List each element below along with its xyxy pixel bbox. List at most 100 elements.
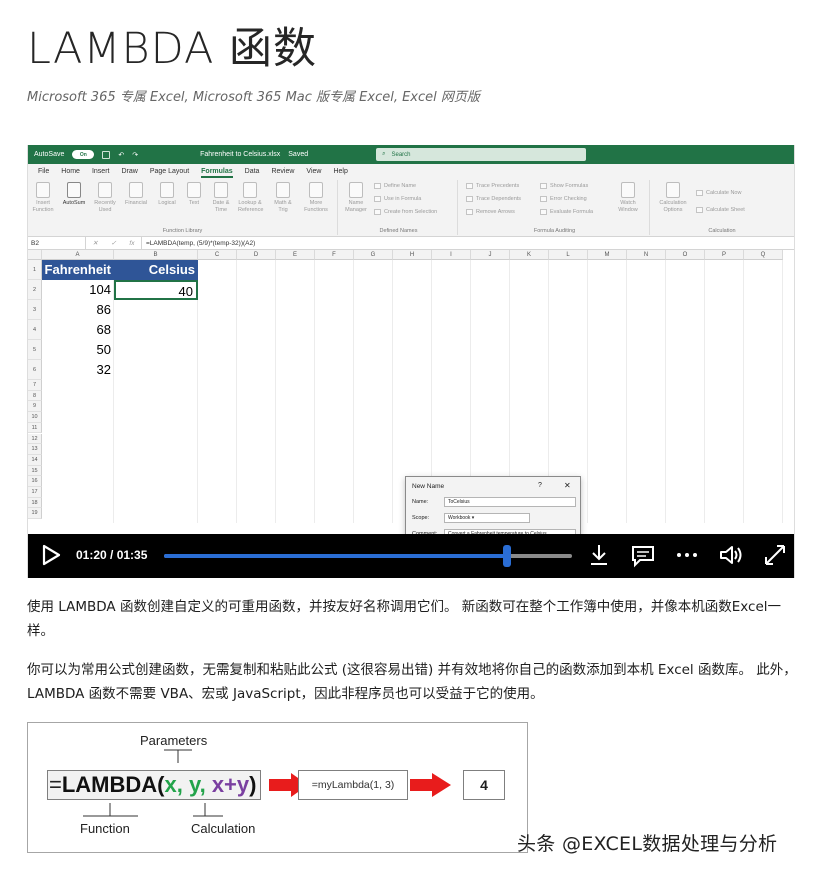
celsius-cell-selected[interactable]: 40 [114,280,198,300]
more-functions-button[interactable]: More Functions [304,182,328,214]
tab-draw[interactable]: Draw [121,168,137,175]
captions-icon[interactable] [630,542,656,568]
formula-input[interactable]: =LAMBDA(temp, (5/9)*(temp-32))(A2) [142,240,255,247]
autosave-toggle[interactable]: On [72,150,95,159]
column-header[interactable]: J [471,250,510,260]
worksheet-grid[interactable]: A B C D E F G H I J K L M N O P Q 1 2 3 4 5 6 7 8 9 10 11 12 13 14 15 16… [28,250,794,578]
recently-used-button[interactable]: Recently Used [93,182,117,214]
row-header[interactable]: 9 [28,401,42,413]
row-header[interactable]: 2 [28,280,42,300]
calculate-sheet-button[interactable]: Calculate Sheet [696,207,745,213]
insert-function-button[interactable]: Insert Function [31,182,55,214]
row-header[interactable]: 18 [28,497,42,509]
video-seekbar[interactable] [164,545,572,567]
video-player[interactable]: AutoSave On ↶ ↷ Fahrenheit to Celsius.xl… [27,145,795,578]
name-input[interactable]: ToCelsius [444,497,576,507]
autosum-button[interactable]: AutoSum [62,182,86,207]
fahrenheit-cell[interactable]: 50 [42,340,114,360]
create-from-selection-button[interactable]: Create from Selection [374,209,437,215]
row-header[interactable]: 17 [28,487,42,498]
row-header[interactable]: 19 [28,508,42,520]
row-header[interactable]: 5 [28,340,42,360]
tab-review[interactable]: Review [271,168,294,175]
column-header[interactable]: K [510,250,549,260]
row-header[interactable]: 16 [28,476,42,487]
save-icon[interactable] [102,150,111,159]
fahrenheit-cell[interactable]: 68 [42,320,114,340]
play-icon[interactable] [38,542,64,568]
column-header[interactable]: P [705,250,744,260]
close-icon[interactable]: ✕ [564,481,571,490]
column-header[interactable]: Q [744,250,783,260]
evaluate-formula-button[interactable]: Evaluate Formula [540,209,593,215]
lookup-reference-button[interactable]: Lookup & Reference [238,182,263,214]
show-formulas-button[interactable]: Show Formulas [540,183,588,189]
column-header[interactable]: D [237,250,276,260]
seek-thumb[interactable] [502,545,511,567]
column-header[interactable]: F [315,250,354,260]
fahrenheit-cell[interactable]: 104 [42,280,114,300]
text-button[interactable]: Text [182,182,206,207]
column-header[interactable]: A [42,250,114,260]
calculation-options-button[interactable]: Calculation Options [658,182,688,214]
define-name-button[interactable]: Define Name [374,183,416,189]
help-icon[interactable]: ? [538,482,542,489]
row-header[interactable]: 15 [28,465,42,477]
tab-file[interactable]: File [38,168,49,175]
more-icon[interactable] [674,542,700,568]
tab-view[interactable]: View [306,168,321,175]
column-header[interactable]: O [666,250,705,260]
fullscreen-icon[interactable] [762,542,788,568]
row-header[interactable]: 13 [28,444,42,455]
financial-button[interactable]: Financial [124,182,148,207]
tab-help[interactable]: Help [333,168,347,175]
column-header[interactable]: N [627,250,666,260]
column-header[interactable]: B [114,250,198,260]
error-checking-button[interactable]: Error Checking [540,196,587,202]
header-cell-celsius[interactable]: Celsius [114,260,198,280]
fx-icon[interactable]: fx [129,240,134,247]
date-time-button[interactable]: Date & Time [209,182,233,214]
trace-dependents-button[interactable]: Trace Dependents [466,196,521,202]
download-icon[interactable] [586,542,612,568]
column-header[interactable]: C [198,250,237,260]
fahrenheit-cell[interactable]: 86 [42,300,114,320]
row-header[interactable]: 10 [28,412,42,423]
redo-icon[interactable]: ↷ [132,151,138,159]
watch-window-button[interactable]: Watch Window [616,182,640,214]
math-trig-button[interactable]: Math & Trig [271,182,295,214]
name-box[interactable]: B2 [28,237,86,249]
search-box[interactable]: ⌕ Search [376,148,587,161]
row-header[interactable]: 3 [28,300,42,320]
row-header[interactable]: 7 [28,380,42,391]
row-header[interactable]: 14 [28,454,42,466]
row-header[interactable]: 1 [28,260,42,280]
use-in-formula-button[interactable]: Use in Formula [374,196,421,202]
select-all-corner[interactable] [28,250,42,260]
row-header[interactable]: 11 [28,422,42,434]
row-header[interactable]: 12 [28,433,42,445]
tab-formulas[interactable]: Formulas [201,168,233,178]
tab-data[interactable]: Data [245,168,260,175]
row-header[interactable]: 6 [28,360,42,380]
scope-select[interactable]: Workbook ▾ [444,513,530,523]
row-header[interactable]: 4 [28,320,42,340]
row-header[interactable]: 8 [28,390,42,402]
fahrenheit-cell[interactable]: 32 [42,360,114,380]
cancel-icon[interactable]: ✕ [93,239,98,247]
logical-button[interactable]: Logical [155,182,179,207]
calculate-now-button[interactable]: Calculate Now [696,190,741,196]
tab-page-layout[interactable]: Page Layout [150,168,189,175]
header-cell-fahrenheit[interactable]: Fahrenheit [42,260,114,280]
tab-insert[interactable]: Insert [92,168,110,175]
remove-arrows-button[interactable]: Remove Arrows [466,209,515,215]
undo-icon[interactable]: ↶ [118,151,124,159]
name-manager-button[interactable]: Name Manager [344,182,368,214]
column-header[interactable]: I [432,250,471,260]
volume-icon[interactable] [718,542,744,568]
trace-precedents-button[interactable]: Trace Precedents [466,183,519,189]
column-header[interactable]: L [549,250,588,260]
tab-home[interactable]: Home [61,168,80,175]
column-header[interactable]: G [354,250,393,260]
column-header[interactable]: M [588,250,627,260]
